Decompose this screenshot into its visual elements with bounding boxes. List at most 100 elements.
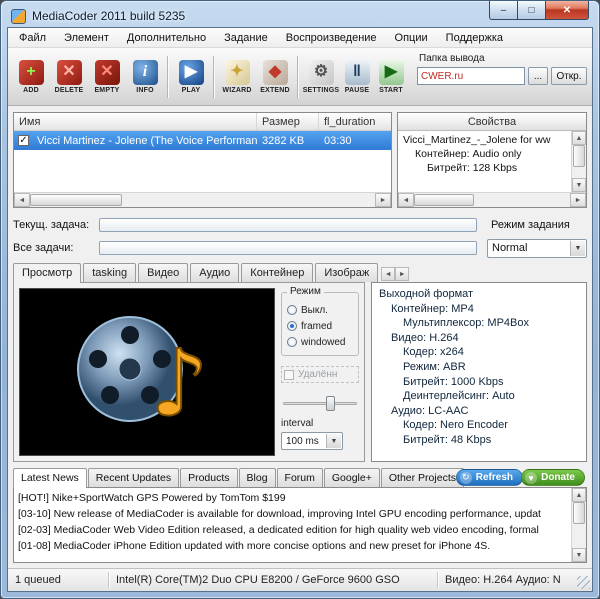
menu-options[interactable]: Опции bbox=[386, 29, 437, 47]
properties-hscrollbar[interactable]: ◄ ► bbox=[398, 192, 586, 207]
tab-audio[interactable]: Аудио bbox=[190, 263, 240, 282]
refresh-button[interactable]: ↻ Refresh bbox=[455, 469, 523, 486]
menu-task[interactable]: Задание bbox=[215, 29, 277, 47]
properties-header[interactable]: Свойства bbox=[398, 113, 586, 131]
row-checkbox[interactable]: ✓ bbox=[18, 135, 29, 146]
scroll-up-icon[interactable]: ▲ bbox=[572, 131, 586, 145]
properties-vscrollbar[interactable]: ▲ ▼ bbox=[571, 131, 586, 192]
summary-item[interactable]: Кодер: x264 bbox=[378, 345, 584, 360]
menu-bar: Файл Элемент Дополнительно Задание Воспр… bbox=[8, 28, 592, 48]
tab-recent-updates[interactable]: Recent Updates bbox=[87, 468, 180, 487]
minimize-button[interactable]: – bbox=[489, 1, 517, 20]
prop-item[interactable]: Контейнер: Audio only bbox=[402, 147, 570, 161]
slider-thumb[interactable] bbox=[325, 396, 335, 411]
prop-item[interactable]: Vicci_Martinez_-_Jolene for ww bbox=[402, 133, 570, 147]
tab-forum[interactable]: Forum bbox=[276, 468, 323, 487]
donate-button[interactable]: ♥ Donate bbox=[521, 469, 585, 486]
menu-support[interactable]: Поддержка bbox=[437, 29, 512, 47]
summary-item[interactable]: Контейнер: MP4 bbox=[378, 302, 584, 317]
summary-item[interactable]: Мультиплексор: MP4Box bbox=[378, 316, 584, 331]
menu-item[interactable]: Элемент bbox=[55, 29, 118, 47]
tab-video[interactable]: Видео bbox=[138, 263, 189, 282]
scroll-down-icon[interactable]: ▼ bbox=[572, 178, 586, 192]
file-list-hscrollbar[interactable]: ◄ ► bbox=[14, 192, 391, 207]
play-button[interactable]: ▶ PLAY bbox=[172, 51, 210, 103]
tab-tasking[interactable]: tasking bbox=[83, 263, 137, 282]
summary-item[interactable]: Битрейт: 1000 Kbps bbox=[378, 375, 584, 390]
column-name[interactable]: Имя bbox=[14, 113, 257, 130]
tab-blog[interactable]: Blog bbox=[238, 468, 276, 487]
scroll-right-icon[interactable]: ► bbox=[570, 193, 586, 207]
info-icon: i bbox=[132, 59, 158, 85]
summary-item[interactable]: Битрейт: 48 Kbps bbox=[378, 433, 584, 448]
mode-windowed-option[interactable]: windowed bbox=[287, 334, 354, 350]
summary-item[interactable]: Аудио: LC-AAC bbox=[378, 404, 584, 419]
open-folder-button[interactable]: Откр. bbox=[551, 67, 587, 85]
vscroll-thumb[interactable] bbox=[573, 502, 585, 524]
summary-item[interactable]: Видео: H.264 bbox=[378, 331, 584, 346]
tab-scroll-left-icon[interactable]: ◄ bbox=[381, 267, 396, 281]
empty-button[interactable]: ✕ EMPTY bbox=[88, 51, 126, 103]
output-folder-input[interactable] bbox=[417, 67, 525, 85]
tab-scroll-right-icon[interactable]: ► bbox=[395, 267, 410, 281]
summary-item[interactable]: Выходной формат bbox=[378, 287, 584, 302]
checkbox-icon[interactable] bbox=[284, 369, 294, 380]
pause-button[interactable]: ‖ PAUSE bbox=[340, 51, 374, 103]
scroll-up-icon[interactable]: ▲ bbox=[572, 488, 586, 502]
resize-grip[interactable] bbox=[577, 576, 590, 589]
info-button[interactable]: i INFO bbox=[126, 51, 164, 103]
task-mode-select[interactable]: Normal ▼ bbox=[487, 238, 587, 258]
tab-other-projects[interactable]: Other Projects bbox=[380, 468, 464, 487]
remote-checkbox-row[interactable]: Удалённ bbox=[281, 366, 359, 383]
menu-file[interactable]: Файл bbox=[10, 29, 55, 47]
column-duration[interactable]: fl_duration bbox=[319, 113, 391, 130]
start-button[interactable]: ▶ START bbox=[374, 51, 408, 103]
slider-track[interactable] bbox=[283, 402, 357, 405]
tab-picture[interactable]: Изображ bbox=[315, 263, 379, 282]
news-item[interactable]: [03-10] New release of MediaCoder is ava… bbox=[18, 506, 568, 522]
settings-button[interactable]: ⚙ SETTINGS bbox=[302, 51, 340, 103]
mode-off-option[interactable]: Выкл. bbox=[287, 302, 354, 318]
scroll-down-icon[interactable]: ▼ bbox=[572, 548, 586, 562]
summary-item[interactable]: Кодер: Nero Encoder bbox=[378, 418, 584, 433]
hscroll-thumb[interactable] bbox=[30, 194, 122, 206]
radio-selected-icon[interactable] bbox=[287, 321, 297, 331]
menu-advanced[interactable]: Дополнительно bbox=[118, 29, 215, 47]
column-size[interactable]: Размер bbox=[257, 113, 319, 130]
news-vscrollbar[interactable]: ▲ ▼ bbox=[571, 488, 586, 562]
menu-playback[interactable]: Воспроизведение bbox=[277, 29, 386, 47]
radio-icon[interactable] bbox=[287, 337, 297, 347]
tab-preview[interactable]: Просмотр bbox=[13, 263, 82, 283]
tab-latest-news[interactable]: Latest News bbox=[13, 468, 87, 488]
chevron-down-icon[interactable]: ▼ bbox=[570, 240, 585, 256]
wizard-button[interactable]: ✦ WIZARD bbox=[218, 51, 256, 103]
table-row[interactable]: ✓ Vicci Martinez - Jolene (The Voice Per… bbox=[14, 131, 391, 150]
scroll-left-icon[interactable]: ◄ bbox=[398, 193, 414, 207]
wizard-icon: ✦ bbox=[224, 59, 250, 85]
tab-google-plus[interactable]: Google+ bbox=[323, 468, 380, 487]
mode-framed-option[interactable]: framed bbox=[287, 318, 354, 334]
news-item[interactable]: [HOT!] Nike+SportWatch GPS Powered by To… bbox=[18, 490, 568, 506]
tab-container[interactable]: Контейнер bbox=[241, 263, 314, 282]
close-button[interactable]: ✕ bbox=[545, 1, 589, 20]
extend-button[interactable]: ◆ EXTEND bbox=[256, 51, 294, 103]
delete-button[interactable]: ✕ DELETE bbox=[50, 51, 88, 103]
news-item[interactable]: [02-03] MediaCoder Web Video Edition rel… bbox=[18, 522, 568, 538]
scroll-left-icon[interactable]: ◄ bbox=[14, 193, 30, 207]
current-task-progressbar bbox=[99, 218, 477, 232]
hscroll-thumb[interactable] bbox=[414, 194, 474, 206]
interval-slider[interactable] bbox=[283, 396, 357, 411]
radio-icon[interactable] bbox=[287, 305, 297, 315]
interval-select[interactable]: 100 ms ▼ bbox=[281, 432, 343, 450]
vscroll-thumb[interactable] bbox=[573, 145, 585, 167]
news-item[interactable]: [01-08] MediaCoder iPhone Edition update… bbox=[18, 538, 568, 554]
chevron-down-icon[interactable]: ▼ bbox=[326, 434, 341, 448]
summary-item[interactable]: Деинтерлейсинг: Auto bbox=[378, 389, 584, 404]
add-button[interactable]: + ADD bbox=[12, 51, 50, 103]
tab-products[interactable]: Products bbox=[180, 468, 238, 487]
scroll-right-icon[interactable]: ► bbox=[375, 193, 391, 207]
prop-item[interactable]: Битрейт: 128 Kbps bbox=[402, 161, 570, 175]
summary-item[interactable]: Режим: ABR bbox=[378, 360, 584, 375]
maximize-button[interactable]: □ bbox=[517, 1, 545, 20]
browse-button[interactable]: ... bbox=[528, 67, 548, 85]
